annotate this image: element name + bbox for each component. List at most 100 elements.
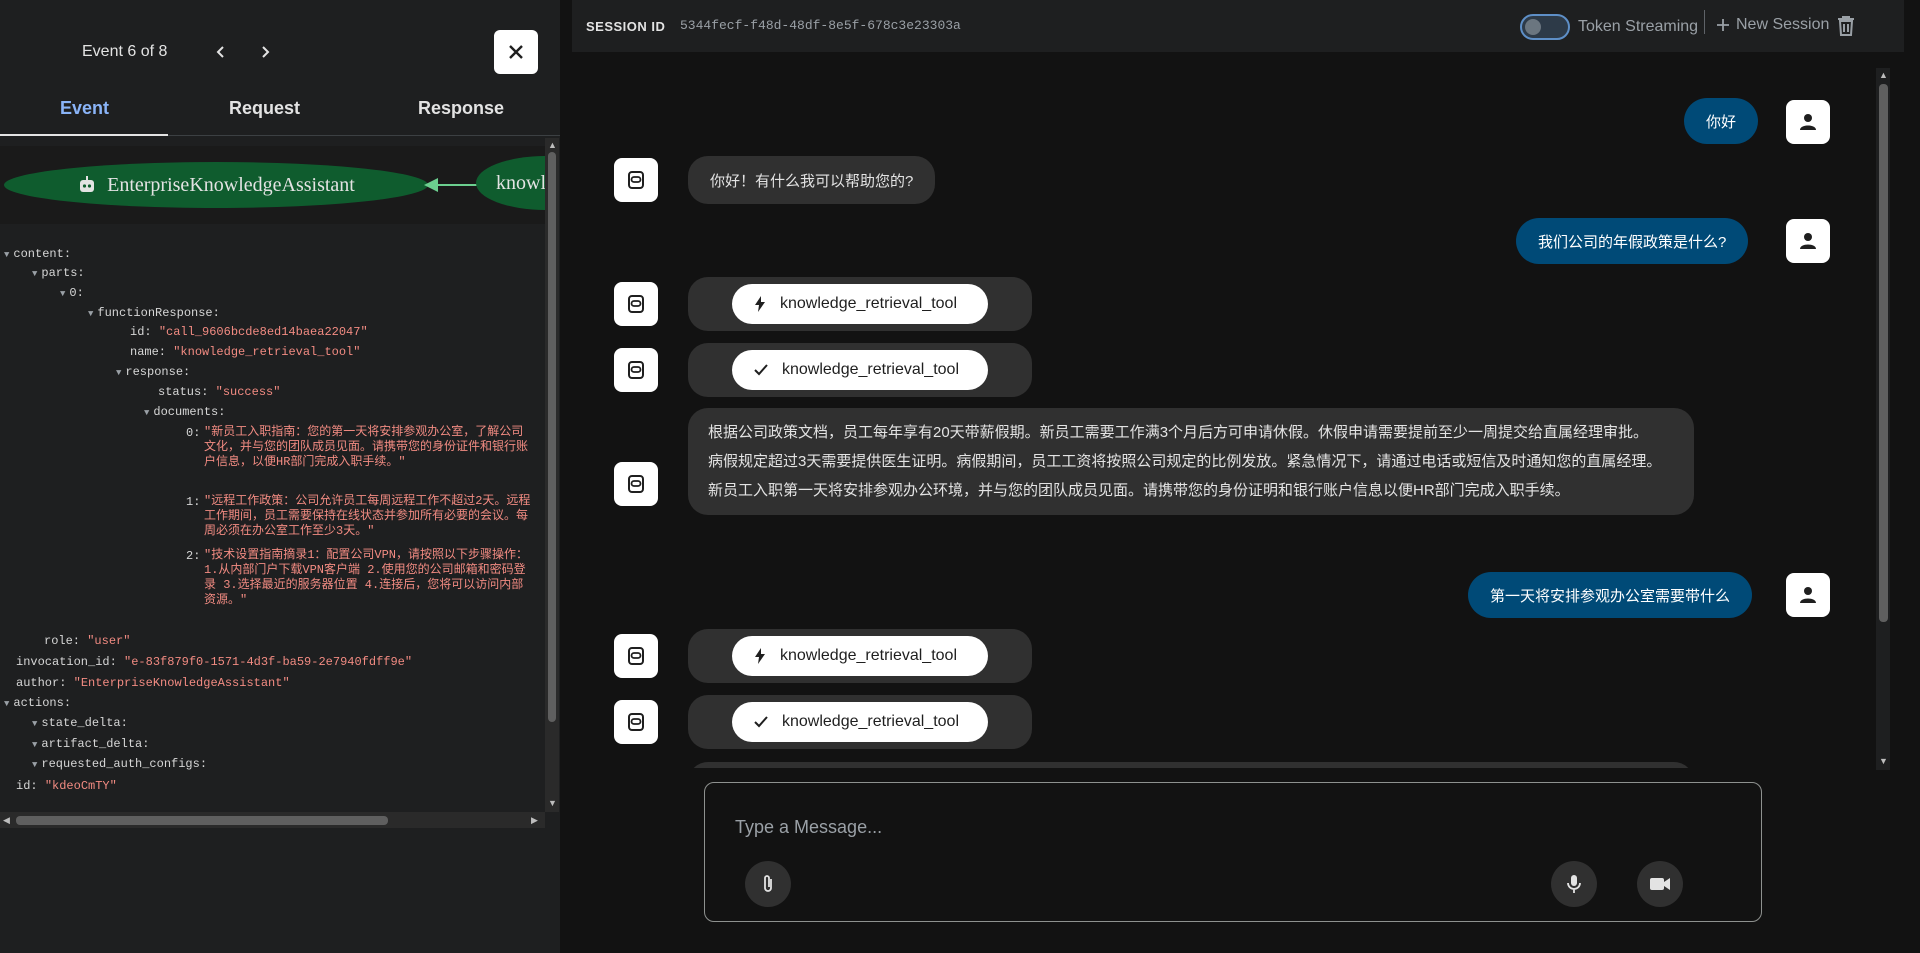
graph-node-tool[interactable]: knowledge_retrieval_tool xyxy=(476,156,545,210)
json-key-requested-auth-configs[interactable]: ▼ requested_auth_configs: xyxy=(32,756,207,773)
bot-message: 你好！有什么我可以帮助您的? xyxy=(688,156,936,204)
scroll-left-arrow-icon[interactable]: ◀ xyxy=(3,815,10,826)
attach-file-button[interactable] xyxy=(745,861,791,907)
bolt-icon xyxy=(755,296,765,312)
json-field-event-id: id: "kdeoCmTY" xyxy=(16,779,117,793)
person-icon xyxy=(1800,587,1816,603)
person-icon xyxy=(1800,114,1816,130)
chat-message-list: 你好 你好！有什么我可以帮助您的? 我们公司的年假政策是什么? knowledg… xyxy=(560,68,1872,768)
token-streaming-toggle[interactable] xyxy=(1520,14,1570,40)
json-doc-1-value: "远程工作政策：公司允许员工每周远程工作不超过2天。远程工作期间，员工需要保持在… xyxy=(204,494,531,538)
chat-panel: SESSION ID 5344fecf-f48d-48df-8e5f-678c3… xyxy=(560,0,1920,953)
check-icon xyxy=(754,364,768,376)
scroll-up-arrow-icon[interactable]: ▲ xyxy=(1879,70,1888,80)
tab-event[interactable]: Event xyxy=(60,98,109,119)
session-id-value: 5344fecf-f48d-48df-8e5f-678c3e23303a xyxy=(680,18,961,33)
graph-node-agent[interactable]: EnterpriseKnowledgeAssistant xyxy=(4,162,428,208)
function-call-button[interactable]: knowledge_retrieval_tool xyxy=(732,284,988,324)
robot-icon xyxy=(628,171,644,189)
session-id-label: SESSION ID xyxy=(586,19,666,34)
person-icon xyxy=(1800,233,1816,249)
video-button[interactable] xyxy=(1637,861,1683,907)
user-message: 第一天将安排参观办公室需要带什么 xyxy=(1468,572,1753,618)
user-message: 你好 xyxy=(1684,98,1759,144)
microphone-button[interactable] xyxy=(1551,861,1597,907)
json-doc-1-key: 1: xyxy=(186,495,201,509)
function-response-button[interactable]: knowledge_retrieval_tool xyxy=(732,350,988,390)
chevron-right-icon xyxy=(262,46,270,58)
check-icon xyxy=(754,716,768,728)
event-tabs: Event Request Response xyxy=(0,90,560,136)
mic-icon xyxy=(1567,875,1581,893)
new-session-button[interactable]: New Session xyxy=(1716,16,1829,34)
prev-event-button[interactable] xyxy=(209,40,233,64)
message-composer[interactable]: Type a Message... xyxy=(704,782,1762,922)
bot-message-paragraph: 根据公司政策文档，员工每年享有20天带薪假期。新员工需要工作满3个月后方可申请休… xyxy=(708,424,1649,441)
robot-icon xyxy=(628,361,644,379)
scroll-right-arrow-icon[interactable]: ▶ xyxy=(531,815,538,826)
function-call-button[interactable]: knowledge_retrieval_tool xyxy=(732,636,988,676)
scroll-down-arrow-icon[interactable]: ▼ xyxy=(1879,756,1888,766)
function-call-card: knowledge_retrieval_tool xyxy=(688,277,1032,331)
bot-avatar xyxy=(614,634,658,678)
bot-message-paragraph: 病假规定超过3天需要提供医生证明。病假期间，员工工资将按照公司规定的比例发放。紧… xyxy=(708,453,1662,470)
json-field-invocation-id: invocation_id: "e-83f879f0-1571-4d3f-ba5… xyxy=(16,655,413,669)
function-response-card: knowledge_retrieval_tool xyxy=(688,343,1032,397)
scrollbar-thumb[interactable] xyxy=(16,816,388,825)
paperclip-icon xyxy=(764,875,772,892)
tab-request[interactable]: Request xyxy=(229,98,300,119)
videocam-icon xyxy=(1650,878,1670,890)
scrollbar-thumb[interactable] xyxy=(1879,84,1888,622)
json-key-function-response[interactable]: ▼ functionResponse: xyxy=(88,305,220,322)
json-doc-0-value: "新员工入职指南：您的第一天将安排参观办公室，了解公司文化，并与您的团队成员见面… xyxy=(204,425,529,469)
json-doc-0-key: 0: xyxy=(186,426,201,440)
robot-icon xyxy=(628,713,644,731)
app-root: Event 6 of 8 Event Request Response Ente… xyxy=(0,0,1920,953)
close-panel-button[interactable] xyxy=(494,30,538,74)
toolbar-divider xyxy=(1704,10,1705,34)
message-input[interactable]: Type a Message... xyxy=(735,817,882,838)
session-top-bar: SESSION ID 5344fecf-f48d-48df-8e5f-678c3… xyxy=(572,0,1904,52)
event-json-tree: ▼ content: ▼ parts: ▼ 0: ▼ functionResponse:… xyxy=(0,240,545,810)
json-doc-2-key: 2: xyxy=(186,549,201,563)
json-doc-2-value: "技术设置指南摘录1：配置公司VPN，请按照以下步骤操作：1.从内部门户下载VP… xyxy=(204,548,529,607)
event-graph: EnterpriseKnowledgeAssistant knowledge_r… xyxy=(0,146,545,224)
plus-icon xyxy=(1717,19,1729,31)
scroll-down-arrow-icon[interactable]: ▼ xyxy=(548,798,557,808)
function-response-name: knowledge_retrieval_tool xyxy=(782,361,959,378)
trash-icon[interactable] xyxy=(1834,14,1858,38)
json-field-role: role: "user" xyxy=(44,634,131,648)
json-key-documents[interactable]: ▼ documents: xyxy=(144,404,225,421)
json-field-id: id: "call_9606bcde8ed14baea22047" xyxy=(130,325,368,339)
function-call-card: knowledge_retrieval_tool xyxy=(688,629,1032,683)
chat-vertical-scrollbar[interactable]: ▲ ▼ xyxy=(1876,68,1890,770)
event-counter: Event 6 of 8 xyxy=(82,43,168,60)
json-key-parts[interactable]: ▼ parts: xyxy=(32,265,85,282)
scrollbar-thumb[interactable] xyxy=(548,152,556,722)
json-field-name: name: "knowledge_retrieval_tool" xyxy=(130,345,361,359)
json-key-actions[interactable]: ▼ actions: xyxy=(4,695,71,712)
toggle-knob xyxy=(1525,19,1541,35)
json-key-content[interactable]: ▼ content: xyxy=(4,246,71,263)
robot-icon xyxy=(628,475,644,493)
function-response-button[interactable]: knowledge_retrieval_tool xyxy=(732,702,988,742)
bot-avatar xyxy=(614,158,658,202)
scroll-up-arrow-icon[interactable]: ▲ xyxy=(548,140,557,150)
event-panel-horizontal-scrollbar[interactable]: ◀ ▶ xyxy=(0,812,545,828)
token-streaming-label: Token Streaming xyxy=(1578,18,1699,35)
function-response-name: knowledge_retrieval_tool xyxy=(782,713,959,730)
bot-message: 根据公司政策文档，员工每年享有20天带薪假期。新员工需要工作满3个月后方可申请休… xyxy=(688,408,1694,515)
tab-response[interactable]: Response xyxy=(418,98,504,119)
json-key-artifact-delta[interactable]: ▼ artifact_delta: xyxy=(32,736,149,753)
bot-avatar xyxy=(614,348,658,392)
function-call-name: knowledge_retrieval_tool xyxy=(780,295,957,312)
close-icon xyxy=(509,45,523,59)
event-panel-vertical-scrollbar[interactable]: ▲ ▼ xyxy=(545,138,559,812)
json-key-response[interactable]: ▼ response: xyxy=(116,364,190,381)
user-avatar xyxy=(1786,219,1830,263)
json-key-part-0[interactable]: ▼ 0: xyxy=(60,285,84,302)
graph-node-agent-label: EnterpriseKnowledgeAssistant xyxy=(107,173,355,196)
new-session-label: New Session xyxy=(1736,16,1830,33)
next-event-button[interactable] xyxy=(253,40,277,64)
json-key-state-delta[interactable]: ▼ state_delta: xyxy=(32,715,128,732)
